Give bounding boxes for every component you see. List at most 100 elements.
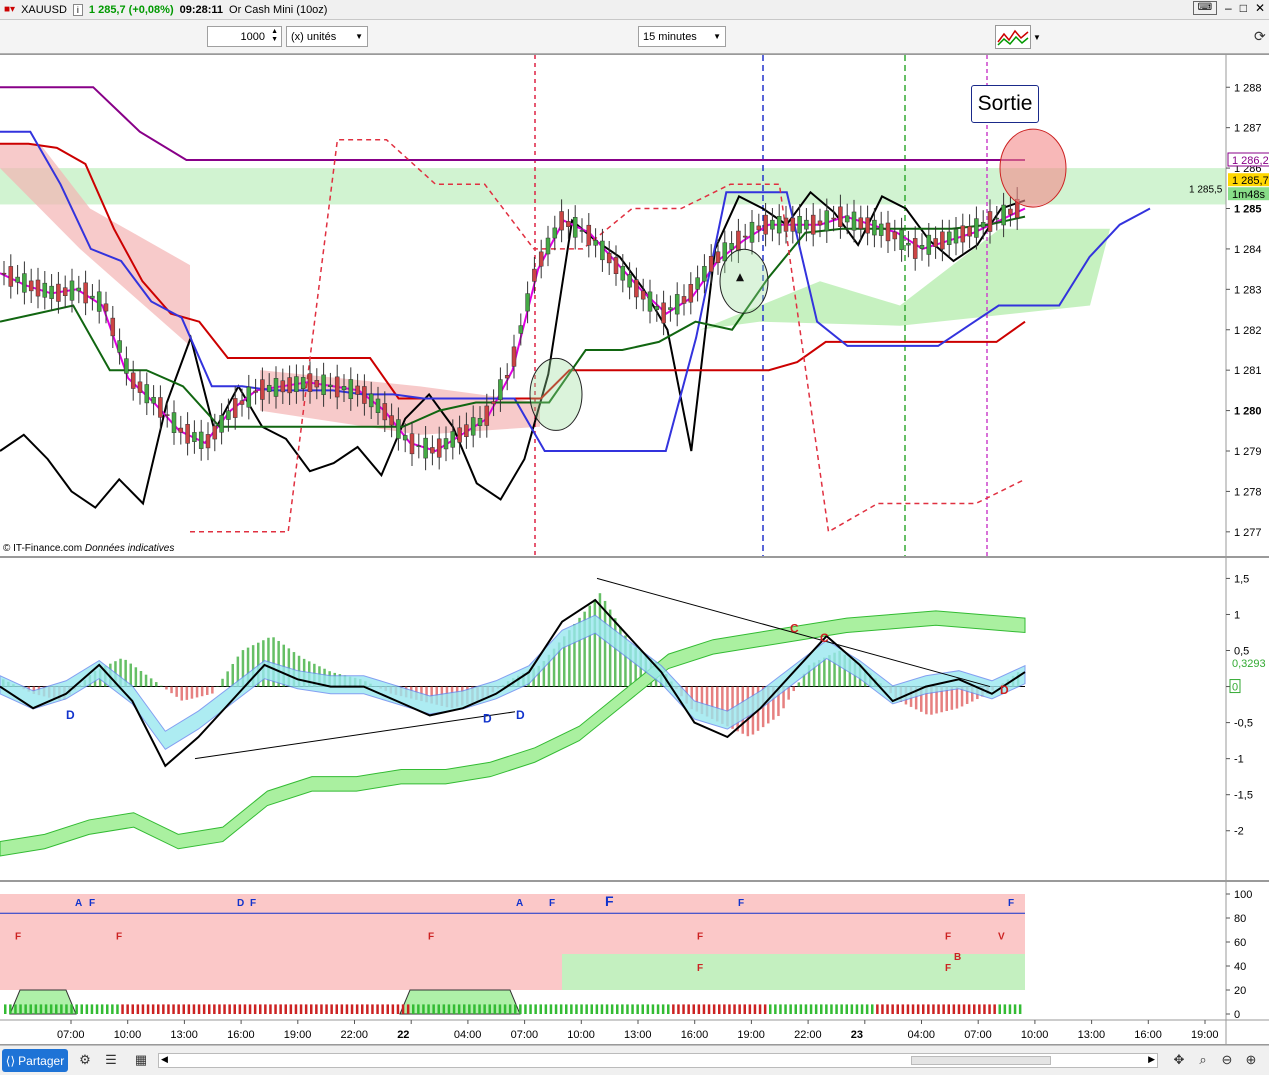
unit-select[interactable]: (x) unités [286, 26, 368, 47]
zoom-fit-icon[interactable]: ⌕ [1194, 1051, 1212, 1069]
signal-bar [121, 1004, 124, 1014]
indicator-icon[interactable]: ⚙ [76, 1051, 94, 1069]
candle-body [457, 427, 462, 443]
time-tick-label: 16:00 [681, 1029, 709, 1041]
oscillator-chart-svg: DDDCCD1,510,50-0,5-1-1,5-20,32930 [0, 558, 1266, 880]
signal-bar [106, 1004, 109, 1014]
histogram-bar [603, 600, 607, 687]
scroll-left-icon[interactable]: ◀ [161, 1054, 168, 1065]
candle-body [858, 217, 864, 229]
signal-bar [804, 1004, 808, 1014]
title-bar: ■▾ XAUUSD i 1 285,7 (+0,08%) 09:28:11 Or… [0, 0, 1269, 20]
candle-body [960, 225, 966, 243]
signal-bar [860, 1004, 864, 1014]
candle-body [477, 418, 483, 427]
signal-bar [14, 1004, 17, 1014]
signal-bar [218, 1004, 221, 1014]
oscillator-letter: D [483, 712, 492, 726]
signal-bar [728, 1004, 731, 1014]
candle-body [593, 240, 598, 246]
crosshair-icon[interactable]: ✥ [1170, 1051, 1188, 1069]
signal-bar [90, 1004, 94, 1014]
price-tick-label: 1 280 [1234, 406, 1262, 418]
minimize-icon[interactable]: – [1225, 1, 1232, 15]
price-tick-label: 1 284 [1234, 244, 1262, 256]
price-tick-label: 1 277 [1234, 527, 1262, 539]
candle-body [559, 211, 564, 231]
signal-bar [748, 1004, 752, 1014]
candle-body [817, 220, 823, 226]
signal-bar [758, 1004, 762, 1014]
keyboard-icon[interactable]: ⌨ [1192, 1, 1217, 15]
histogram-bar [955, 686, 959, 709]
unit-value: (x) unités [291, 30, 337, 43]
zoom-out-icon[interactable]: ⊖ [1218, 1051, 1236, 1069]
time-tick-label: 22:00 [341, 1029, 369, 1041]
signal-bar [49, 1004, 53, 1014]
candle-body [151, 396, 156, 404]
list-icon[interactable]: ☰ [102, 1051, 120, 1069]
signal-bar [350, 1004, 354, 1014]
chart-type-dropdown-icon[interactable]: ▼ [1033, 33, 1041, 42]
refresh-icon[interactable]: ⟳ [1254, 28, 1266, 45]
signal-bar [554, 1004, 558, 1014]
dropdown-arrow-icon[interactable]: ■▾ [4, 4, 15, 15]
candle-body [906, 242, 911, 246]
candle-body [110, 317, 116, 337]
candle-body [205, 434, 211, 449]
candle-body [776, 216, 782, 234]
signal-bar [524, 1004, 527, 1014]
quantity-stepper[interactable]: 1000 ▲ ▼ [207, 26, 282, 47]
chart-type-icon [997, 29, 1029, 46]
maximize-icon[interactable]: □ [1240, 1, 1247, 15]
signal-bar [325, 1004, 328, 1014]
candle-body [681, 296, 687, 304]
close-icon[interactable]: ✕ [1255, 1, 1265, 15]
timeframe-select[interactable]: 15 minutes [638, 26, 726, 47]
signal-bar [304, 1004, 308, 1014]
histogram-bar [190, 686, 194, 699]
watermark-source: © IT-Finance.com [3, 543, 83, 554]
candle-body [620, 265, 626, 281]
horizontal-scrollbar[interactable]: ◀ ▶ [158, 1053, 1158, 1068]
candle-body [192, 432, 197, 442]
candle-body [532, 268, 537, 282]
scroll-right-icon[interactable]: ▶ [1148, 1054, 1155, 1065]
candle-body [307, 373, 313, 392]
signal-bar [519, 1004, 522, 1014]
signal-bar [988, 1004, 991, 1014]
candle-body [341, 386, 347, 391]
candle-body [355, 385, 360, 395]
grid-icon[interactable]: ▦ [132, 1051, 150, 1069]
share-button[interactable]: ⟨⟩ Partager [2, 1049, 68, 1072]
signal-tick-label: 40 [1234, 961, 1246, 973]
signal-bar [840, 1004, 843, 1014]
symbol-label[interactable]: XAUUSD [21, 4, 67, 16]
osc-tick-label: -1 [1234, 754, 1244, 766]
signal-bar [269, 1004, 272, 1014]
signal-bar [896, 1004, 899, 1014]
signal-bar [361, 1004, 364, 1014]
candle-body [736, 230, 741, 252]
candle-body [219, 415, 224, 433]
exit-circle [999, 128, 1067, 208]
zone-mid [0, 918, 1025, 954]
candle-body [729, 243, 734, 250]
candle-body [1001, 204, 1006, 226]
scroll-thumb[interactable] [911, 1056, 1051, 1065]
signal-bar [932, 1004, 935, 1014]
signal-bar [886, 1004, 889, 1014]
signal-bar [595, 1004, 599, 1014]
candle-body [15, 276, 20, 283]
zoom-in-icon[interactable]: ⊕ [1242, 1051, 1260, 1069]
candle-body [1008, 208, 1013, 215]
signal-bar [957, 1004, 961, 1014]
signal-bar [44, 1004, 48, 1014]
time-tick-label: 16:00 [227, 1029, 255, 1041]
chart-type-button[interactable] [995, 25, 1031, 49]
histogram-bar [792, 686, 795, 692]
signal-bar [621, 1004, 624, 1014]
oscillator-letter: D [516, 708, 525, 722]
info-icon[interactable]: i [72, 3, 83, 16]
stepper-arrows-icon[interactable]: ▲ ▼ [271, 28, 278, 44]
